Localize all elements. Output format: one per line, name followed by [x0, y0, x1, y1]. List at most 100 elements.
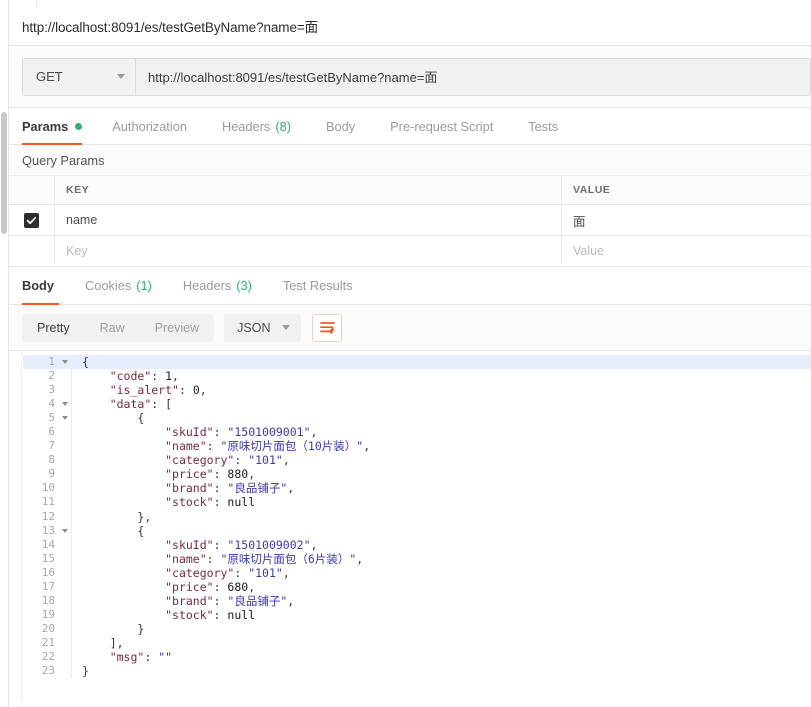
- request-tab-body[interactable]: Body: [326, 108, 372, 144]
- view-mode-group: Pretty Raw Preview: [22, 313, 215, 342]
- code-text: "category": "101",: [72, 453, 290, 467]
- code-line: 16 "category": "101",: [23, 565, 811, 580]
- token-punc: :: [213, 537, 228, 552]
- response-tab-test-results[interactable]: Test Results: [283, 267, 370, 304]
- fold-toggle[interactable]: [59, 402, 71, 407]
- view-mode-raw[interactable]: Raw: [85, 314, 140, 342]
- word-wrap-toggle-button[interactable]: [312, 313, 343, 342]
- left-scroll-rail[interactable]: [0, 0, 9, 707]
- header-cell-key: KEY: [55, 176, 562, 204]
- token-num: 1: [165, 369, 173, 384]
- http-method-select[interactable]: GET: [22, 57, 135, 96]
- postman-window: http://localhost:8091/es/testGetByName?n…: [0, 0, 811, 707]
- token-punc: {: [137, 411, 145, 426]
- response-tab-body[interactable]: Body: [22, 267, 71, 305]
- view-mode-preview[interactable]: Preview: [140, 314, 214, 342]
- line-number: 1: [48, 355, 55, 368]
- code-text: {: [72, 355, 89, 369]
- caret-down-icon: [62, 528, 68, 533]
- code-text: "name": "原味切片面包（6片装）",: [72, 552, 363, 566]
- token-punc: :: [213, 579, 228, 594]
- tab-count-badge: (3): [236, 278, 252, 293]
- http-method-label: GET: [36, 69, 63, 84]
- code-text: "msg": "": [72, 650, 172, 664]
- view-mode-pretty[interactable]: Pretty: [22, 314, 85, 342]
- column-header-key: KEY: [66, 184, 90, 196]
- code-line: 18 "brand": "良品铺子",: [23, 593, 811, 608]
- code-line: 19 "stock": null: [23, 607, 811, 622]
- code-text: "skuId": "1501009001",: [72, 425, 317, 439]
- line-number: 15: [41, 551, 55, 565]
- token-key: "skuId": [165, 537, 214, 552]
- code-text: "brand": "良品铺子",: [72, 481, 294, 495]
- token-key: "brand": [165, 593, 214, 608]
- request-tab-pre-request-script[interactable]: Pre-request Script: [390, 108, 510, 144]
- token-punc: :: [213, 495, 228, 510]
- fold-toggle[interactable]: [59, 528, 71, 533]
- token-punc: ,: [248, 467, 256, 482]
- value-input[interactable]: Value: [562, 236, 811, 266]
- fold-toggle[interactable]: [59, 416, 71, 421]
- token-str: "": [158, 649, 173, 664]
- header-cell-check: [9, 176, 55, 204]
- token-key: "msg": [109, 649, 145, 664]
- token-punc: :: [213, 607, 228, 622]
- tab-label: Test Results: [282, 278, 353, 293]
- token-punc: ,: [248, 579, 256, 594]
- tab-label: Pre-request Script: [390, 118, 494, 134]
- caret-down-icon: [62, 360, 68, 365]
- request-bar: GET http://localhost:8091/es/testGetByNa…: [9, 46, 811, 108]
- token-punc: :: [213, 425, 228, 440]
- left-scroll-thumb[interactable]: [1, 112, 7, 234]
- response-format-label: JSON: [237, 320, 271, 335]
- code-line: 10 "brand": "良品铺子",: [23, 481, 811, 496]
- tab-label: Body: [325, 118, 356, 134]
- response-body-viewer[interactable]: 1{2 "code": 1, 3 "is_alert": 0, 4 "data": …: [9, 351, 811, 702]
- code-text: "stock": null: [72, 495, 255, 509]
- token-punc: :: [213, 467, 228, 482]
- token-punc: ,: [199, 383, 207, 398]
- token-punc: ,: [282, 565, 290, 580]
- key-input[interactable]: Key: [55, 236, 562, 266]
- line-number: 5: [48, 411, 55, 425]
- key-input[interactable]: name: [55, 205, 562, 235]
- request-title-bar: http://localhost:8091/es/testGetByName?n…: [9, 6, 811, 46]
- token-key: "code": [109, 369, 152, 384]
- tab-count-badge: (1): [136, 278, 152, 293]
- response-tabs: Body Cookies (1) Headers (3) Test Results: [9, 267, 811, 305]
- response-format-select[interactable]: JSON: [224, 313, 302, 342]
- request-tab-tests[interactable]: Tests: [528, 108, 575, 144]
- url-input[interactable]: http://localhost:8091/es/testGetByName?n…: [135, 57, 811, 96]
- table-row: name 面: [9, 205, 811, 236]
- code-scroll-rail[interactable]: [15, 351, 22, 702]
- fold-toggle[interactable]: [59, 360, 71, 365]
- request-tab-authorization[interactable]: Authorization: [112, 108, 204, 144]
- request-tab-params[interactable]: Params: [22, 108, 94, 145]
- row-checkbox-cell[interactable]: [9, 236, 55, 266]
- code-text: "is_alert": 0,: [72, 383, 207, 397]
- token-key: "brand": [165, 481, 214, 496]
- code-line: 14 "skuId": "1501009002",: [23, 537, 811, 552]
- value-input[interactable]: 面: [562, 205, 811, 235]
- token-str: "1501009002": [227, 537, 311, 552]
- value-value: 面: [573, 214, 586, 229]
- tab-label: Cookies: [85, 278, 132, 293]
- token-key: "category": [165, 565, 235, 580]
- code-line: 11 "stock": null: [23, 495, 811, 510]
- response-tab-headers[interactable]: Headers (3): [183, 267, 269, 304]
- request-tab-headers[interactable]: Headers (8): [222, 108, 308, 144]
- token-str: "1501009001": [227, 425, 311, 440]
- active-indicator-dot-icon: [75, 122, 83, 130]
- token-key: "name": [165, 439, 207, 454]
- code-text: "code": 1,: [72, 369, 179, 383]
- row-checkbox-cell[interactable]: [9, 205, 55, 235]
- response-tab-cookies[interactable]: Cookies (1): [85, 267, 169, 304]
- token-str: "良品铺子": [227, 593, 288, 608]
- row-checkbox[interactable]: [24, 212, 39, 228]
- code-text: "name": "原味切片面包（10片装）",: [72, 439, 370, 453]
- code-editor[interactable]: 1{2 "code": 1, 3 "is_alert": 0, 4 "data": …: [23, 351, 811, 702]
- code-text: "price": 880,: [72, 467, 255, 481]
- line-number: 9: [48, 467, 55, 481]
- token-num: 880: [227, 467, 249, 482]
- token-punc: ,: [287, 481, 295, 496]
